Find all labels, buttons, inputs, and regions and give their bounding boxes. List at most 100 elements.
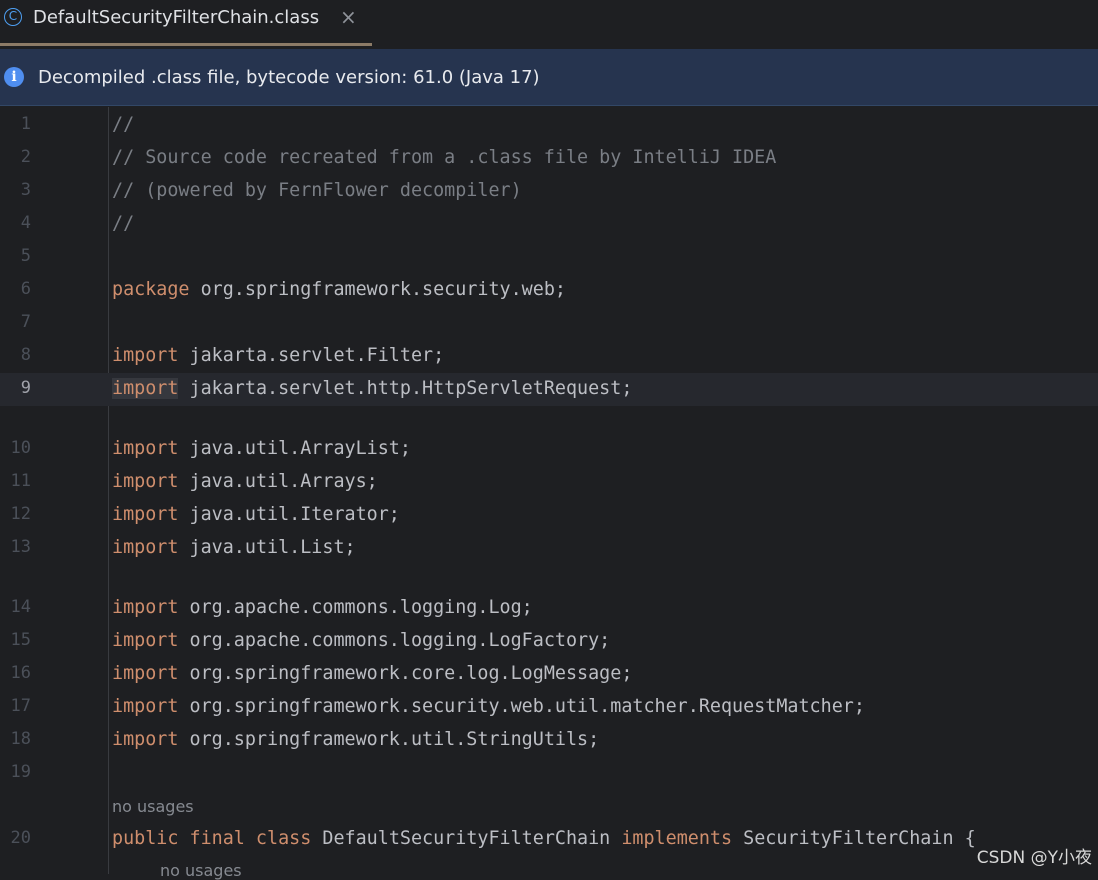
keyword-token: implements <box>621 828 733 849</box>
close-icon[interactable]: × <box>340 5 357 29</box>
code-token: jakarta.servlet.Filter; <box>178 345 445 366</box>
code-token: org.springframework.util.StringUtils; <box>178 729 600 750</box>
line-number: 2 <box>20 147 31 167</box>
code-text: import org.apache.commons.logging.LogFac… <box>112 630 610 651</box>
code-line[interactable]: 7 <box>0 307 1098 340</box>
code-line[interactable]: 13 import java.util.List; <box>0 532 1098 565</box>
class-icon: C <box>4 8 22 26</box>
code-line[interactable]: 15 import org.apache.commons.logging.LogF… <box>0 625 1098 658</box>
code-token: java.util.ArrayList; <box>178 438 411 459</box>
keyword-token: import <box>112 504 179 525</box>
code-token: java.util.Iterator; <box>178 504 400 525</box>
line-number: 15 <box>10 630 31 650</box>
code-text: // <box>112 213 134 234</box>
line-number: 12 <box>10 504 31 524</box>
line-number: 9 <box>20 378 31 398</box>
keyword-token: import <box>112 438 179 459</box>
code-token: org.apache.commons.logging.LogFactory; <box>178 630 611 651</box>
code-line[interactable]: 19 <box>0 757 1098 790</box>
keyword-token: import <box>112 471 179 492</box>
line-number: 3 <box>20 180 31 200</box>
code-token: java.util.List; <box>178 537 356 558</box>
code-text: // <box>112 114 134 135</box>
code-text: import java.util.ArrayList; <box>112 438 411 459</box>
keyword-token: import <box>112 729 179 750</box>
code-line[interactable]: 20 public final class DefaultSecurityFilt… <box>0 823 1098 856</box>
keyword-token: import <box>112 663 179 684</box>
code-line[interactable]: 14 import org.apache.commons.logging.Log; <box>0 592 1098 625</box>
keyword-token: import <box>112 537 179 558</box>
keyword-token: import <box>112 597 179 618</box>
code-text: import jakarta.servlet.http.HttpServletR… <box>112 378 632 399</box>
line-number: 18 <box>10 729 31 749</box>
line-number: 16 <box>10 663 31 683</box>
code-text: import java.util.Iterator; <box>112 504 400 525</box>
line-number: 11 <box>10 471 31 491</box>
code-text: import org.apache.commons.logging.Log; <box>112 597 533 618</box>
code-line[interactable]: 2 // Source code recreated from a .class … <box>0 142 1098 175</box>
comment-token: // <box>112 114 135 135</box>
banner-text: Decompiled .class file, bytecode version… <box>38 67 540 88</box>
keyword-token: package <box>112 279 190 300</box>
line-number: 20 <box>10 828 31 848</box>
decompiled-notice-banner: i Decompiled .class file, bytecode versi… <box>0 49 1098 106</box>
code-text: // Source code recreated from a .class f… <box>112 147 776 168</box>
line-number: 19 <box>10 762 31 782</box>
code-text: import org.springframework.core.log.LogM… <box>112 663 632 684</box>
comment-token: // (powered by FernFlower decompiler) <box>112 180 522 201</box>
line-number: 17 <box>10 696 31 716</box>
code-editor[interactable]: 1 // 2 // Source code recreated from a .cla… <box>0 107 1098 880</box>
line-number: 14 <box>10 597 31 617</box>
keyword-token: import <box>112 696 179 717</box>
line-number: 5 <box>20 246 31 266</box>
code-text: // (powered by FernFlower decompiler) <box>112 180 522 201</box>
code-line[interactable]: 16 import org.springframework.core.log.Lo… <box>0 658 1098 691</box>
code-line[interactable]: 1 // <box>0 109 1098 142</box>
code-token: org.springframework.security.web.util.ma… <box>178 696 865 717</box>
editor-tab-bar: C DefaultSecurityFilterChain.class × <box>0 0 1098 48</box>
line-number: 6 <box>20 279 31 299</box>
code-token: org.springframework.core.log.LogMessage; <box>178 663 633 684</box>
code-token: SecurityFilterChain { <box>732 828 976 849</box>
keyword-token: public final class <box>112 828 312 849</box>
code-text: import java.util.List; <box>112 537 356 558</box>
code-text: import java.util.Arrays; <box>112 471 378 492</box>
tab-default-security-filter-chain[interactable]: C DefaultSecurityFilterChain.class × <box>0 0 372 46</box>
code-token: jakarta.servlet.http.HttpServletRequest; <box>178 378 633 399</box>
line-number: 4 <box>20 213 31 233</box>
line-number: 13 <box>10 537 31 557</box>
code-line[interactable]: 11 import java.util.Arrays; <box>0 466 1098 499</box>
code-line[interactable]: 10 import java.util.ArrayList; <box>0 433 1098 466</box>
code-line[interactable]: 3 // (powered by FernFlower decompiler) <box>0 175 1098 208</box>
line-number: 8 <box>20 345 31 365</box>
code-text: import jakarta.servlet.Filter; <box>112 345 444 366</box>
code-text: import org.springframework.security.web.… <box>112 696 865 717</box>
code-token: org.springframework.security.web; <box>189 279 566 300</box>
info-icon: i <box>4 67 24 87</box>
keyword-token: import <box>112 630 179 651</box>
code-line[interactable]: 6 package org.springframework.security.we… <box>0 274 1098 307</box>
code-line[interactable]: 12 import java.util.Iterator; <box>0 499 1098 532</box>
line-number: 10 <box>10 438 31 458</box>
usages-hint[interactable]: no usages <box>160 861 242 880</box>
line-number: 1 <box>20 114 31 134</box>
comment-token: // Source code recreated from a .class f… <box>112 147 777 168</box>
code-line[interactable]: 18 import org.springframework.util.String… <box>0 724 1098 757</box>
code-text: import org.springframework.util.StringUt… <box>112 729 599 750</box>
code-token: org.apache.commons.logging.Log; <box>178 597 533 618</box>
code-text: public final class DefaultSecurityFilter… <box>112 828 976 849</box>
code-token: java.util.Arrays; <box>178 471 378 492</box>
watermark: CSDN @Y小夜 <box>976 848 1092 868</box>
keyword-token: import <box>112 378 179 399</box>
tab-title: DefaultSecurityFilterChain.class <box>33 7 320 28</box>
code-line[interactable]: 9 import jakarta.servlet.http.HttpServlet… <box>0 373 1098 406</box>
code-token: DefaultSecurityFilterChain <box>311 828 622 849</box>
comment-token: // <box>112 213 135 234</box>
code-line[interactable]: 4 // <box>0 208 1098 241</box>
line-number: 7 <box>20 312 31 332</box>
code-line[interactable]: 8 import jakarta.servlet.Filter; <box>0 340 1098 373</box>
code-text: package org.springframework.security.web… <box>112 279 566 300</box>
code-line[interactable]: 17 import org.springframework.security.we… <box>0 691 1098 724</box>
usages-hint[interactable]: no usages <box>112 797 194 816</box>
code-line[interactable]: 5 <box>0 241 1098 274</box>
